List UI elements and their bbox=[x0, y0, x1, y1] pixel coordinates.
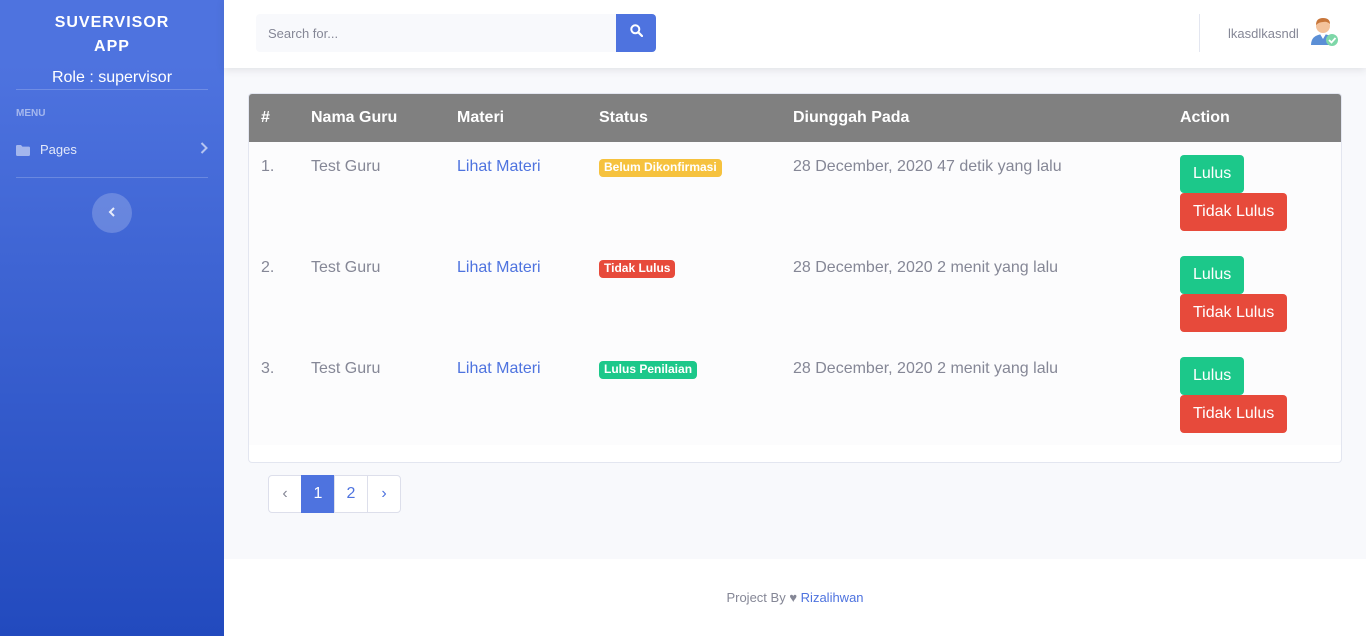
status-badge: Lulus Penilaian bbox=[599, 361, 698, 379]
uploaded-at: 28 December, 2020 2 menit yang lalu bbox=[793, 360, 1059, 377]
heart-icon: ♥ bbox=[789, 590, 798, 605]
materi-table-card: # Nama Guru Materi Status Diunggah Pada … bbox=[248, 93, 1342, 463]
table-row: 1. Test Guru Lihat Materi Belum Dikonfir… bbox=[249, 142, 1341, 243]
guru-name: Test Guru bbox=[311, 259, 381, 276]
row-number: 1. bbox=[261, 158, 275, 175]
page-prev[interactable]: ‹ bbox=[268, 475, 302, 513]
col-status: Status bbox=[599, 109, 648, 126]
row-number: 3. bbox=[261, 360, 275, 377]
lihat-materi-link[interactable]: Lihat Materi bbox=[457, 158, 541, 175]
search-icon bbox=[629, 24, 643, 42]
table-header-row: # Nama Guru Materi Status Diunggah Pada … bbox=[249, 94, 1341, 142]
menu-heading: MENU bbox=[16, 108, 46, 119]
status-badge: Tidak Lulus bbox=[599, 260, 676, 278]
brand[interactable]: SUVERVISOR APP bbox=[0, 0, 224, 59]
author-link[interactable]: Rizalihwan bbox=[801, 590, 864, 605]
page-2[interactable]: 2 bbox=[334, 475, 368, 513]
sidebar-item-pages[interactable]: Pages bbox=[0, 139, 224, 159]
sidebar: SUVERVISOR APP Role : supervisor MENU Pa… bbox=[0, 0, 224, 636]
guru-name: Test Guru bbox=[311, 158, 381, 175]
uploaded-at: 28 December, 2020 2 menit yang lalu bbox=[793, 259, 1059, 276]
folder-icon bbox=[16, 144, 30, 156]
col-diunggah-pada: Diunggah Pada bbox=[793, 109, 910, 126]
row-number: 2. bbox=[261, 259, 275, 276]
search-input[interactable] bbox=[256, 14, 616, 52]
col-action: Action bbox=[1180, 109, 1230, 126]
topbar: lkasdlkasndl bbox=[224, 0, 1366, 68]
page-next[interactable]: › bbox=[367, 475, 401, 513]
user-dropdown[interactable]: lkasdlkasndl bbox=[1228, 16, 1339, 50]
tidak-lulus-button[interactable]: Tidak Lulus bbox=[1180, 395, 1288, 433]
footer-prefix: Project By bbox=[726, 590, 786, 605]
materi-table: # Nama Guru Materi Status Diunggah Pada … bbox=[249, 94, 1341, 445]
table-row: 3. Test Guru Lihat Materi Lulus Penilaia… bbox=[249, 344, 1341, 445]
sidebar-toggle-button[interactable] bbox=[92, 193, 132, 233]
lihat-materi-link[interactable]: Lihat Materi bbox=[457, 360, 541, 377]
lulus-button[interactable]: Lulus bbox=[1180, 256, 1245, 294]
guru-name: Test Guru bbox=[311, 360, 381, 377]
sidebar-divider bbox=[16, 177, 208, 178]
username: lkasdlkasndl bbox=[1228, 25, 1299, 41]
uploaded-at: 28 December, 2020 47 detik yang lalu bbox=[793, 158, 1062, 175]
lulus-button[interactable]: Lulus bbox=[1180, 357, 1245, 395]
col-number: # bbox=[261, 109, 270, 126]
brand-line2: APP bbox=[94, 38, 130, 55]
avatar bbox=[1307, 15, 1339, 52]
col-materi: Materi bbox=[457, 109, 505, 126]
pagination: ‹ 1 2 › bbox=[268, 475, 401, 513]
search-button[interactable] bbox=[616, 14, 656, 52]
col-nama-guru: Nama Guru bbox=[311, 109, 398, 126]
footer: Project By ♥ Rizalihwan bbox=[224, 559, 1366, 636]
page-1[interactable]: 1 bbox=[301, 475, 335, 513]
table-row: 2. Test Guru Lihat Materi Tidak Lulus 28… bbox=[249, 243, 1341, 344]
lulus-button[interactable]: Lulus bbox=[1180, 155, 1245, 193]
chevron-left-icon bbox=[108, 204, 116, 222]
sidebar-item-label: Pages bbox=[40, 141, 77, 157]
brand-line1: SUVERVISOR bbox=[54, 14, 170, 31]
chevron-right-icon bbox=[200, 141, 208, 157]
role-label: Role : supervisor bbox=[16, 69, 208, 90]
tidak-lulus-button[interactable]: Tidak Lulus bbox=[1180, 193, 1288, 231]
topbar-divider bbox=[1199, 14, 1200, 52]
tidak-lulus-button[interactable]: Tidak Lulus bbox=[1180, 294, 1288, 332]
lihat-materi-link[interactable]: Lihat Materi bbox=[457, 259, 541, 276]
search-bar bbox=[256, 14, 656, 52]
status-badge: Belum Dikonfirmasi bbox=[599, 159, 722, 177]
